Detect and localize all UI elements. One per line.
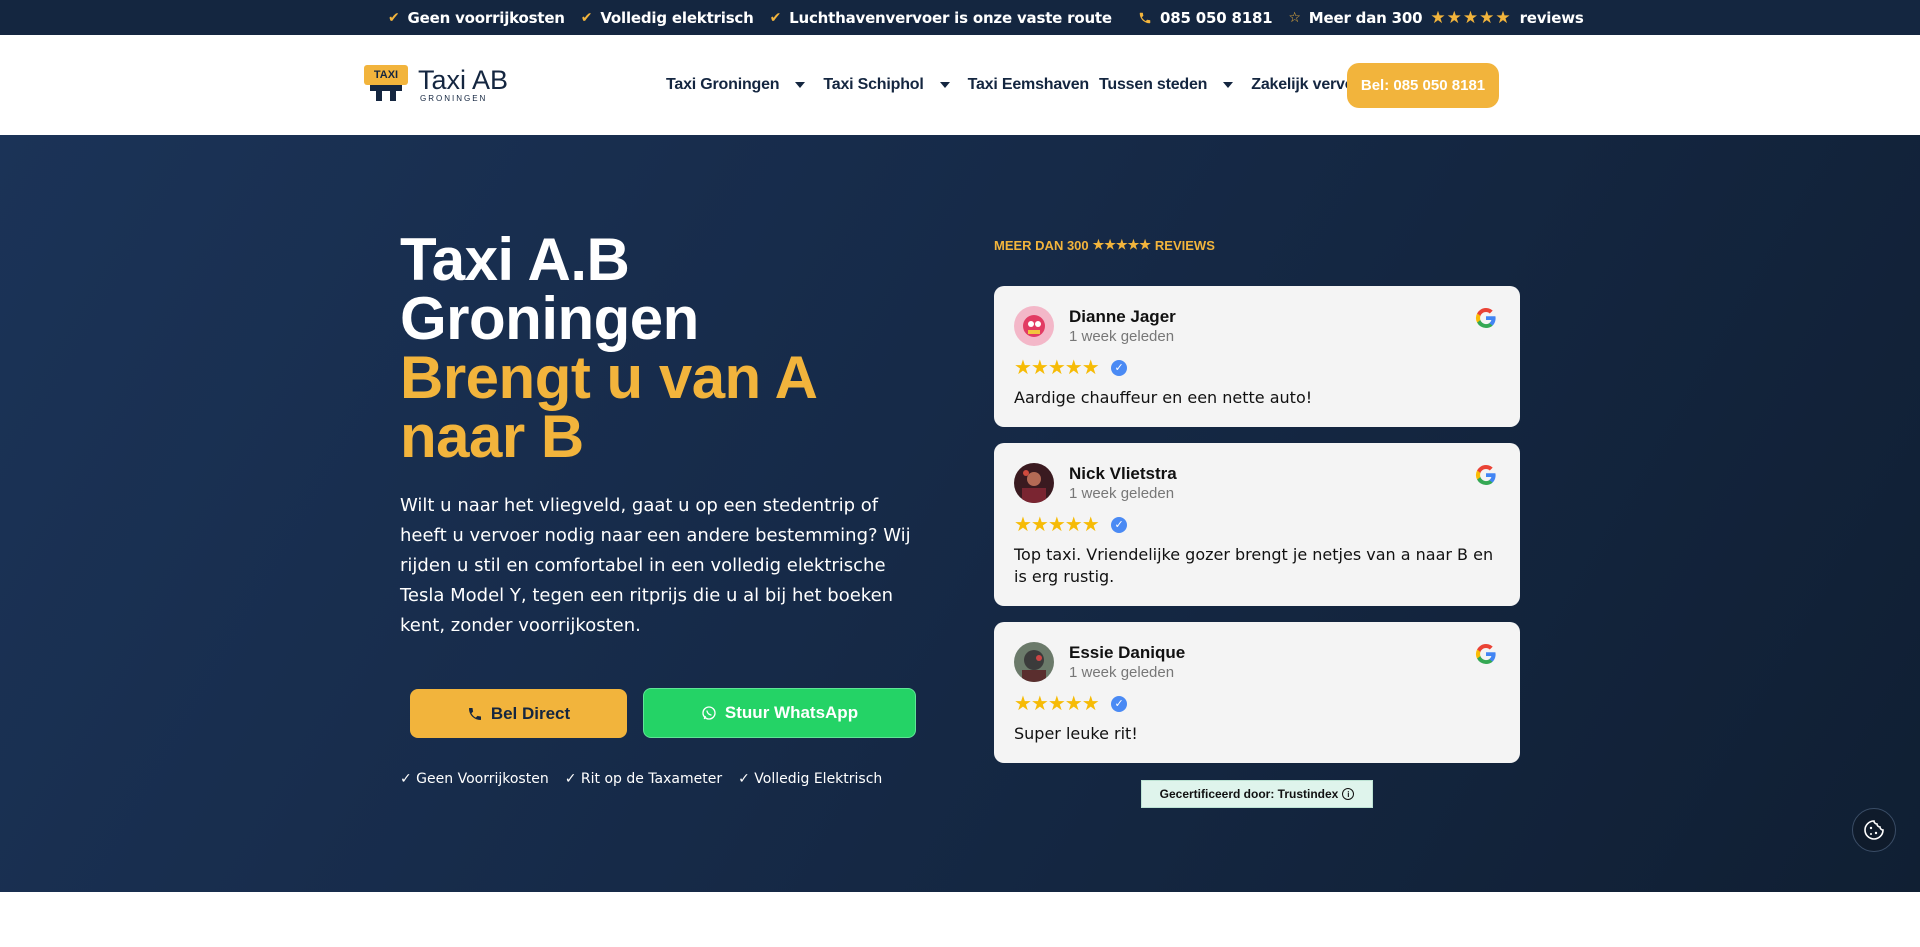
review-stars: ★★★★★ ✓: [1014, 691, 1127, 716]
cookie-settings-button[interactable]: [1852, 808, 1896, 852]
review-stars: ★★★★★ ✓: [1014, 512, 1127, 537]
logo-name: Taxi AB: [418, 64, 509, 95]
rating-stars: ★★★★★: [1014, 693, 1100, 715]
topbar-reviews[interactable]: ☆ Meer dan 300 ★★★★★ reviews: [1288, 8, 1583, 28]
review-card: Essie Danique 1 week geleden ★★★★★ ✓ Sup…: [994, 622, 1520, 763]
nav-label: Tussen steden: [1099, 76, 1208, 93]
avatar: [1014, 306, 1054, 346]
phone-icon: [468, 707, 481, 720]
nav-item-tussen-steden[interactable]: Tussen steden: [1099, 76, 1241, 94]
nav-item-taxi-groningen[interactable]: Taxi Groningen: [666, 76, 813, 94]
reviews-prefix: Meer dan 300: [1308, 8, 1423, 27]
nav-label: Taxi Eemshaven: [967, 76, 1090, 93]
nav-label: Taxi Groningen: [666, 76, 780, 93]
hero-usp-item: ✓ Volledig Elektrisch: [738, 771, 883, 787]
hero-accent-line1: Brengt u van A: [400, 344, 818, 411]
rating-stars: ★★★★★: [1014, 514, 1100, 536]
chevron-down-icon[interactable]: [1223, 82, 1234, 88]
check-icon: ✔: [580, 9, 593, 26]
reviews-heading-prefix: MEER DAN 300: [994, 237, 1089, 253]
hero-usp-item: ✓ Rit op de Taxameter: [564, 771, 723, 787]
chevron-down-icon[interactable]: [939, 82, 950, 88]
reviews-suffix: reviews: [1519, 8, 1584, 27]
star-outline-icon: ☆: [1288, 9, 1301, 26]
review-card: Nick Vlietstra 1 week geleden ★★★★★ ✓ To…: [994, 443, 1520, 606]
whatsapp-icon: [702, 706, 716, 720]
hero-title-line1: Taxi A.B: [400, 226, 630, 293]
chevron-down-icon[interactable]: [795, 82, 806, 88]
info-icon: i: [1342, 788, 1355, 800]
rating-stars: ★★★★★: [1014, 357, 1100, 379]
logo[interactable]: TAXI Taxi AB GRONINGEN: [364, 65, 508, 103]
review-text: Aardige chauffeur en een nette auto!: [1014, 388, 1313, 407]
phone-icon: [1138, 11, 1152, 25]
hero-accent-line2: naar B: [400, 403, 584, 470]
check-icon: ✔: [388, 9, 400, 26]
taxi-sign-icon: TAXI: [364, 65, 408, 103]
reviewer-name: Dianne Jager: [1069, 307, 1176, 326]
main-nav: Taxi Groningen Taxi Schiphol Taxi Eemsha…: [666, 35, 1369, 135]
review-time: 1 week geleden: [1069, 485, 1175, 502]
cookie-icon: [1864, 820, 1884, 840]
reviews-heading: MEER DAN 300 ★★★★★ REVIEWS: [994, 237, 1215, 253]
whatsapp-label: Stuur WhatsApp: [724, 703, 859, 722]
usp-electric: ✔ Volledig elektrisch: [581, 9, 754, 27]
avatar: [1014, 642, 1054, 682]
logo-badge-text: TAXI: [364, 65, 408, 85]
verified-check-icon: ✓: [1110, 359, 1127, 376]
site-header: TAXI Taxi AB GRONINGEN Taxi Groningen Ta…: [0, 35, 1920, 135]
review-time: 1 week geleden: [1069, 328, 1175, 345]
rating-stars: ★★★★★: [1430, 7, 1512, 28]
usp-no-fees: ✔ Geen voorrijkosten: [388, 9, 565, 27]
google-icon: [1475, 308, 1496, 329]
hero-title-line2: Groningen: [400, 285, 699, 352]
reviews-heading-suffix: REVIEWS: [1154, 237, 1215, 253]
call-direct-label: Bel Direct: [490, 703, 571, 723]
usp-airport: ✔ Luchthavenvervoer is onze vaste route: [770, 9, 1112, 27]
logo-text: Taxi AB GRONINGEN: [418, 66, 508, 103]
hero-usp-item: ✓ Geen Voorrijkosten: [400, 771, 549, 787]
call-direct-button[interactable]: Bel Direct: [410, 689, 627, 738]
review-card: Dianne Jager 1 week geleden ★★★★★ ✓ Aard…: [994, 286, 1520, 427]
whatsapp-button[interactable]: Stuur WhatsApp: [643, 688, 916, 738]
logo-subtitle: GRONINGEN: [420, 93, 488, 103]
hero-usps: ✓ Geen Voorrijkosten ✓ Rit op de Taxamet…: [400, 771, 882, 787]
phone-number: 085 050 8181: [1160, 8, 1273, 27]
trustindex-certified-badge[interactable]: Gecertificeerd door: Trustindex i: [1141, 780, 1373, 808]
header-call-button[interactable]: Bel: 085 050 8181: [1347, 63, 1499, 108]
hero-section: Taxi A.B Groningen Brengt u van A naar B…: [0, 135, 1920, 892]
usp-text: Geen voorrijkosten: [407, 8, 565, 27]
verified-check-icon: ✓: [1110, 695, 1127, 712]
hero-lead: Wilt u naar het vliegveld, gaat u op een…: [400, 495, 911, 636]
usp-text: Volledig elektrisch: [600, 8, 754, 27]
review-stars: ★★★★★ ✓: [1014, 355, 1127, 380]
review-text: Top taxi. Vriendelijke gozer brengt je n…: [1014, 545, 1494, 586]
topbar-phone-link[interactable]: 085 050 8181: [1138, 8, 1273, 27]
reviewer-name: Essie Danique: [1069, 643, 1186, 662]
certified-label: Gecertificeerd door: Trustindex: [1159, 787, 1339, 801]
reviewer-name: Nick Vlietstra: [1069, 464, 1177, 483]
verified-check-icon: ✓: [1110, 516, 1127, 533]
top-info-bar: ✔ Geen voorrijkosten ✔ Volledig elektris…: [0, 0, 1920, 35]
review-text: Super leuke rit!: [1014, 724, 1138, 743]
nav-item-taxi-schiphol[interactable]: Taxi Schiphol: [823, 76, 957, 94]
google-icon: [1475, 644, 1496, 664]
usp-text: Luchthavenvervoer is onze vaste route: [789, 8, 1112, 27]
check-icon: ✔: [769, 9, 782, 26]
nav-item-taxi-eemshaven[interactable]: Taxi Eemshaven: [967, 76, 1090, 94]
hero-title: Taxi A.B Groningen Brengt u van A naar B: [400, 230, 818, 470]
review-time: 1 week geleden: [1069, 664, 1175, 681]
google-icon: [1475, 465, 1496, 486]
nav-label: Taxi Schiphol: [823, 76, 924, 93]
avatar: [1014, 463, 1054, 503]
rating-stars: ★★★★★: [1092, 237, 1151, 252]
